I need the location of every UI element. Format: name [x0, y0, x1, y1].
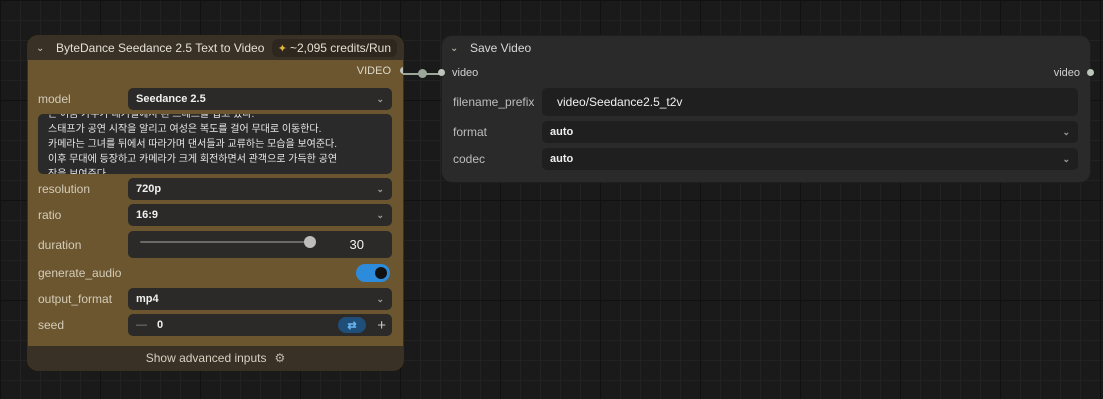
chevron-down-icon: ⌄ — [1062, 153, 1070, 164]
select-value: 16:9 — [136, 209, 159, 221]
select-value: mp4 — [136, 293, 159, 305]
widget-resolution: resolution 720p ⌄ — [28, 178, 403, 200]
seedance-text-to-video-node[interactable]: ⌄ ByteDance Seedance 2.5 Text to Video ✦… — [28, 36, 403, 370]
chevron-down-icon[interactable]: ⌄ — [36, 43, 50, 54]
select-value: auto — [550, 126, 574, 138]
widget-label: codec — [453, 152, 486, 166]
node-header[interactable]: ⌄ Save Video — [442, 36, 1090, 60]
select-value: 720p — [136, 183, 162, 195]
prompt-line: 카메라는 그녀를 뒤에서 따라가며 댄서들과 교류하는 모습을 보여준다. — [48, 139, 338, 150]
model-select[interactable]: Seedance 2.5 ⌄ — [128, 88, 392, 110]
input-connector-dot[interactable] — [438, 69, 445, 76]
slider-value: 30 — [349, 237, 364, 252]
format-select[interactable]: auto ⌄ — [542, 121, 1078, 143]
chevron-down-icon: ⌄ — [376, 293, 384, 304]
generate-audio-toggle[interactable] — [356, 264, 390, 282]
node-title: Save Video — [470, 41, 532, 55]
widget-format: format auto ⌄ — [442, 121, 1090, 143]
toggle-knob — [375, 267, 387, 279]
widget-model: model Seedance 2.5 ⌄ — [28, 88, 403, 110]
widget-ratio: ratio 16:9 ⌄ — [28, 204, 403, 226]
widget-label: seed — [38, 318, 65, 332]
codec-select[interactable]: auto ⌄ — [542, 148, 1078, 170]
select-value: Seedance 2.5 — [136, 93, 206, 105]
resolution-select[interactable]: 720p ⌄ — [128, 178, 392, 200]
chevron-down-icon: ⌄ — [376, 93, 384, 104]
select-value: auto — [550, 153, 574, 165]
widget-label: model — [38, 92, 71, 106]
output-connector-dot[interactable] — [1087, 69, 1094, 76]
wire-midpoint-dot[interactable] — [418, 69, 427, 78]
widget-label: generate_audio — [38, 266, 122, 280]
chevron-down-icon: ⌄ — [376, 209, 384, 220]
widget-output-format: output_format mp4 ⌄ — [28, 288, 403, 310]
input-label: video — [452, 67, 479, 79]
increment-button[interactable]: + — [377, 317, 386, 334]
input-value: video/Seedance2.5_t2v — [557, 95, 683, 109]
slider-track[interactable] — [140, 241, 310, 243]
filename-prefix-input[interactable]: video/Seedance2.5_t2v — [542, 88, 1078, 116]
show-advanced-inputs-button[interactable]: Show advanced inputs ⚙ — [28, 346, 403, 370]
widget-label: output_format — [38, 292, 113, 306]
prompt-line: 장을 보여준다. — [48, 167, 382, 174]
widget-codec: codec auto ⌄ — [442, 148, 1090, 170]
prompt-line: 이후 무대에 등장하고 카메라가 크게 회전하면서 관객으로 가득한 공연 — [48, 154, 338, 165]
seed-input[interactable]: — 0 ⇄ + — [128, 314, 392, 336]
prompt-text: 는 어둠 가수가 대기실에서 흰 드레스를 입고 있다. 스태프가 공연 시작을 … — [48, 114, 382, 174]
output-format-select[interactable]: mp4 ⌄ — [128, 288, 392, 310]
credits-icon: ✦ — [277, 42, 287, 55]
widget-label: ratio — [38, 208, 62, 222]
widget-label: duration — [38, 237, 82, 252]
prompt-line: 스태프가 공연 시작을 알리고 여성은 복도를 걸어 무대로 이동한다. — [48, 124, 322, 135]
chevron-down-icon: ⌄ — [1062, 126, 1070, 137]
shuffle-icon[interactable]: ⇄ — [338, 317, 366, 333]
widget-seed: seed — 0 ⇄ + — [28, 314, 403, 336]
io-row: video video — [438, 60, 1094, 86]
slider-knob[interactable] — [304, 236, 316, 248]
sliders-icon: ⚙ — [274, 351, 286, 365]
duration-slider[interactable]: 30 — [128, 231, 392, 258]
chevron-down-icon[interactable]: ⌄ — [450, 43, 464, 54]
output-label: video — [1053, 67, 1080, 79]
credits-badge: ✦ ~2,095 credits/Run — [271, 39, 397, 57]
output-label: VIDEO — [356, 65, 391, 77]
widget-label: resolution — [38, 182, 91, 196]
widget-label: filename_prefix — [453, 95, 535, 109]
output-slot-video[interactable]: VIDEO — [28, 60, 403, 82]
chevron-down-icon: ⌄ — [376, 183, 384, 194]
prompt-textarea[interactable]: 는 어둠 가수가 대기실에서 흰 드레스를 입고 있다. 스태프가 공연 시작을 … — [38, 114, 392, 174]
credits-text: ~2,095 credits/Run — [289, 41, 391, 55]
ratio-select[interactable]: 16:9 ⌄ — [128, 204, 392, 226]
footer-label: Show advanced inputs — [145, 351, 267, 365]
node-header[interactable]: ⌄ ByteDance Seedance 2.5 Text to Video ✦… — [28, 36, 403, 60]
widget-label: format — [453, 125, 488, 139]
prompt-line: 는 어둠 가수가 대기실에서 흰 드레스를 입고 있다. — [48, 114, 255, 120]
widget-generate-audio: generate_audio — [28, 262, 403, 284]
decrement-button[interactable]: — — [136, 319, 147, 331]
save-video-node[interactable]: ⌄ Save Video video video filename_prefix… — [438, 36, 1094, 182]
node-title: ByteDance Seedance 2.5 Text to Video — [56, 41, 265, 55]
widget-duration: duration 30 — [28, 231, 403, 258]
